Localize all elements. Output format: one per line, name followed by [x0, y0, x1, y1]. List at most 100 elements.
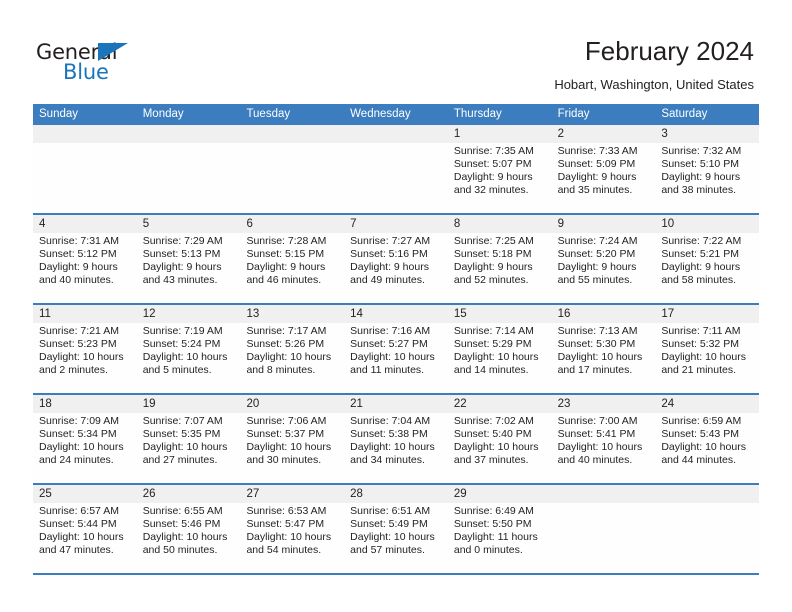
day-cell[interactable]: Sunrise: 7:11 AM Sunset: 5:32 PM Daylight:…	[655, 323, 759, 393]
day-detail-line: Daylight: 10 hours	[39, 351, 124, 364]
day-number[interactable]: 6	[240, 215, 344, 233]
day-cell[interactable]: Sunrise: 7:19 AM Sunset: 5:24 PM Daylight:…	[137, 323, 241, 393]
day-number[interactable]: 27	[240, 485, 344, 503]
day-number[interactable]: 11	[33, 305, 137, 323]
day-cell[interactable]: Sunrise: 7:21 AM Sunset: 5:23 PM Daylight:…	[33, 323, 137, 393]
weekday-header-tuesday: Tuesday	[246, 108, 291, 120]
day-cell[interactable]: Sunrise: 7:07 AM Sunset: 5:35 PM Daylight:…	[137, 413, 241, 483]
day-cell[interactable]: Sunrise: 7:16 AM Sunset: 5:27 PM Daylight:…	[344, 323, 448, 393]
calendar-week-row: 18 19 20 21 22 23 24 Sunrise: 7:09 AM Sunset: 5:…	[33, 395, 759, 485]
day-cell[interactable]: Sunrise: 7:35 AM Sunset: 5:07 PM Daylight:…	[448, 143, 552, 213]
day-number[interactable]: 14	[344, 305, 448, 323]
day-number[interactable]: 15	[448, 305, 552, 323]
day-detail-line: and 30 minutes.	[246, 454, 322, 467]
day-detail-line: and 46 minutes.	[246, 274, 322, 287]
day-cell[interactable]: Sunrise: 6:53 AM Sunset: 5:47 PM Daylight:…	[240, 503, 344, 573]
day-detail-line: and 57 minutes.	[350, 544, 425, 557]
day-number[interactable]: 26	[137, 485, 241, 503]
day-cell[interactable]: Sunrise: 7:17 AM Sunset: 5:26 PM Daylight:…	[240, 323, 344, 393]
day-cell[interactable]: Sunrise: 7:27 AM Sunset: 5:16 PM Daylight:…	[344, 233, 448, 303]
day-number[interactable]: 22	[448, 395, 552, 413]
day-number[interactable]: 18	[33, 395, 137, 413]
day-detail-line: Sunset: 5:30 PM	[557, 338, 636, 351]
day-detail-line: Sunrise: 7:17 AM	[246, 325, 327, 337]
day-number-empty	[137, 125, 241, 143]
day-number[interactable]: 17	[655, 305, 759, 323]
day-number[interactable]: 5	[137, 215, 241, 233]
day-detail-line: Sunrise: 6:57 AM	[39, 505, 119, 517]
day-detail-line: Daylight: 9 hours	[453, 171, 533, 184]
day-cell[interactable]: Sunrise: 7:29 AM Sunset: 5:13 PM Daylight:…	[137, 233, 241, 303]
weekday-header-row: Sunday Monday Tuesday Wednesday Thursday Frid…	[33, 104, 759, 125]
day-number[interactable]: 23	[552, 395, 656, 413]
general-blue-logo[interactable]: General Blue	[36, 40, 176, 88]
day-number-empty	[552, 485, 656, 503]
day-number[interactable]: 28	[344, 485, 448, 503]
day-number-empty	[655, 485, 759, 503]
day-number[interactable]: 24	[655, 395, 759, 413]
week-body-band: Sunrise: 7:21 AM Sunset: 5:23 PM Daylight:…	[33, 323, 759, 393]
day-number[interactable]: 2	[552, 125, 656, 143]
day-detail-line: Sunset: 5:24 PM	[142, 338, 221, 351]
day-detail-line: Daylight: 10 hours	[246, 351, 332, 364]
day-cell[interactable]: Sunrise: 7:09 AM Sunset: 5:34 PM Daylight:…	[33, 413, 137, 483]
day-number[interactable]: 16	[552, 305, 656, 323]
day-detail-line: Sunrise: 7:21 AM	[39, 325, 119, 337]
day-number[interactable]: 10	[655, 215, 759, 233]
day-number[interactable]: 9	[552, 215, 656, 233]
day-detail-line: Sunrise: 7:13 AM	[557, 325, 638, 337]
day-number[interactable]: 25	[33, 485, 137, 503]
day-detail-line: Sunset: 5:34 PM	[39, 428, 117, 441]
day-detail-line: Sunrise: 7:07 AM	[142, 415, 223, 427]
day-cell[interactable]: Sunrise: 7:06 AM Sunset: 5:37 PM Daylight:…	[240, 413, 344, 483]
day-detail-line: Daylight: 9 hours	[661, 261, 741, 274]
calendar-weeks: 1 2 3 Sunrise: 7:35 AM Sunset: 5:07 PM Daylig…	[33, 125, 759, 575]
day-detail-line: Sunrise: 7:09 AM	[39, 415, 119, 427]
day-cell[interactable]: Sunrise: 7:13 AM Sunset: 5:30 PM Daylight:…	[552, 323, 656, 393]
day-detail-line: Sunrise: 7:00 AM	[557, 415, 638, 427]
day-cell[interactable]: Sunrise: 6:51 AM Sunset: 5:49 PM Daylight:…	[344, 503, 448, 573]
day-cell[interactable]: Sunrise: 6:49 AM Sunset: 5:50 PM Daylight:…	[448, 503, 552, 573]
day-detail-line: Sunrise: 7:31 AM	[39, 235, 119, 247]
day-cell[interactable]: Sunrise: 7:32 AM Sunset: 5:10 PM Daylight:…	[655, 143, 759, 213]
day-number[interactable]: 20	[240, 395, 344, 413]
day-number[interactable]: 3	[655, 125, 759, 143]
day-detail-line: Daylight: 9 hours	[661, 171, 741, 184]
day-detail-line: Sunset: 5:38 PM	[350, 428, 428, 441]
day-number[interactable]: 1	[448, 125, 552, 143]
day-cell[interactable]: Sunrise: 7:25 AM Sunset: 5:18 PM Daylight:…	[448, 233, 552, 303]
day-number[interactable]: 21	[344, 395, 448, 413]
day-number[interactable]: 8	[448, 215, 552, 233]
day-number[interactable]: 13	[240, 305, 344, 323]
day-detail-line: and 27 minutes.	[142, 454, 218, 467]
day-cell[interactable]: Sunrise: 7:00 AM Sunset: 5:41 PM Daylight:…	[552, 413, 656, 483]
day-number[interactable]: 12	[137, 305, 241, 323]
day-cell[interactable]: Sunrise: 7:24 AM Sunset: 5:20 PM Daylight:…	[552, 233, 656, 303]
day-number[interactable]: 7	[344, 215, 448, 233]
day-detail-line: and 49 minutes.	[350, 274, 425, 287]
day-cell[interactable]: Sunrise: 7:22 AM Sunset: 5:21 PM Daylight:…	[655, 233, 759, 303]
day-cell[interactable]: Sunrise: 7:31 AM Sunset: 5:12 PM Daylight:…	[33, 233, 137, 303]
day-detail-line: and 32 minutes.	[453, 184, 529, 197]
day-cell[interactable]: Sunrise: 6:55 AM Sunset: 5:46 PM Daylight:…	[137, 503, 241, 573]
day-cell[interactable]: Sunrise: 7:14 AM Sunset: 5:29 PM Daylight:…	[448, 323, 552, 393]
day-detail-line: Sunrise: 7:32 AM	[661, 145, 742, 157]
day-cell[interactable]: Sunrise: 6:59 AM Sunset: 5:43 PM Daylight:…	[655, 413, 759, 483]
day-cell[interactable]: Sunrise: 7:02 AM Sunset: 5:40 PM Daylight:…	[448, 413, 552, 483]
day-detail-line: and 5 minutes.	[142, 364, 212, 377]
day-number[interactable]: 19	[137, 395, 241, 413]
day-detail-line: Daylight: 10 hours	[142, 441, 228, 454]
day-detail-line: Sunset: 5:35 PM	[142, 428, 221, 441]
day-number[interactable]: 4	[33, 215, 137, 233]
day-number[interactable]: 29	[448, 485, 552, 503]
day-cell[interactable]: Sunrise: 7:28 AM Sunset: 5:15 PM Daylight:…	[240, 233, 344, 303]
day-cell[interactable]: Sunrise: 6:57 AM Sunset: 5:44 PM Daylight:…	[33, 503, 137, 573]
day-cell[interactable]: Sunrise: 7:33 AM Sunset: 5:09 PM Daylight:…	[552, 143, 656, 213]
day-detail-line: and 38 minutes.	[661, 184, 737, 197]
week-date-band: 4 5 6 7 8 9 10	[33, 215, 759, 233]
day-detail-line: Sunset: 5:29 PM	[453, 338, 532, 351]
day-cell[interactable]: Sunrise: 7:04 AM Sunset: 5:38 PM Daylight:…	[344, 413, 448, 483]
day-detail-line: Sunset: 5:40 PM	[453, 428, 532, 441]
day-detail-line: Sunset: 5:43 PM	[661, 428, 739, 441]
day-detail-line: and 34 minutes.	[350, 454, 425, 467]
